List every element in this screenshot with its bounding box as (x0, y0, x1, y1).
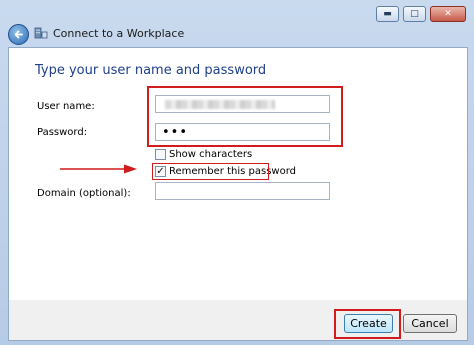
title-bar: ▬ □ ✕ Connect to a Workplace (0, 0, 474, 46)
back-button[interactable] (8, 24, 29, 45)
workplace-network-icon (34, 27, 48, 39)
domain-field[interactable] (155, 182, 330, 200)
page-heading: Type your user name and password (35, 63, 267, 78)
show-characters-checkbox[interactable] (155, 149, 166, 160)
close-button[interactable]: ✕ (430, 6, 466, 22)
caption-buttons: ▬ □ ✕ (376, 6, 466, 22)
dialog-window: ▬ □ ✕ Connect to a Workplace Type your u… (0, 0, 474, 345)
red-pointer-arrow-icon (60, 164, 137, 174)
minimize-button[interactable]: ▬ (376, 6, 399, 22)
password-label: Password: (37, 127, 88, 138)
domain-label: Domain (optional): (37, 188, 131, 199)
remember-highlight-box (152, 163, 269, 180)
back-arrow-icon (14, 30, 23, 39)
create-highlight-box (334, 309, 401, 339)
button-bar: Create Cancel (8, 300, 468, 341)
window-title: Connect to a Workplace (53, 27, 185, 40)
maximize-button[interactable]: □ (403, 6, 426, 22)
credentials-highlight-box (147, 86, 343, 147)
username-label: User name: (37, 101, 95, 112)
show-characters-option[interactable]: Show characters (155, 149, 252, 160)
show-characters-label: Show characters (169, 149, 253, 160)
cancel-button[interactable]: Cancel (403, 314, 457, 333)
